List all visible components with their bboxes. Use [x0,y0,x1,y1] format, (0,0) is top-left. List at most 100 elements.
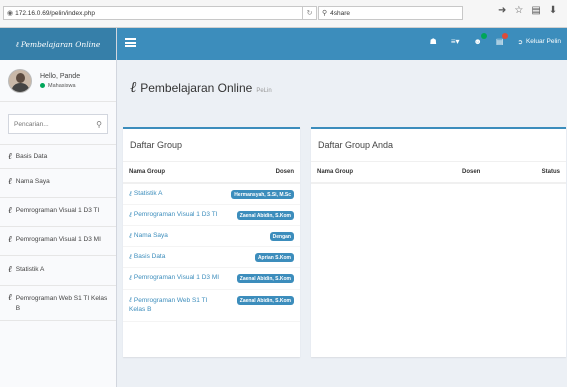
content-header: ℓ Pembelajaran Online PeLin [130,78,272,97]
sidebar-item-label: Basis Data [15,153,48,160]
group-name: Nama Saya [133,232,168,239]
logout-label: Keluar Pelin [525,38,561,45]
home-icon[interactable]: ☗ [430,37,437,46]
group-link[interactable]: ℓ Pemrograman Web S1 TI Kelas B [129,296,207,314]
dosen-badge: Dengan [269,232,294,241]
dosen-badge: Aprian S.Kom [254,253,294,262]
logout-icon: ➲ [517,38,523,46]
link-icon: ℓ [129,211,132,219]
link-icon: ℓ [8,177,12,187]
table-row: ℓ Statistik A Hermansyah, S.Si, M.Sc [123,184,300,205]
sidebar-item-pemrograman-visual-mi[interactable]: ℓ Pemrograman Visual 1 D3 MI [0,226,116,255]
box-title: Daftar Group [123,129,300,162]
browser-toolbar: ◉ 172.16.0.69/pelin/index.php ↻ ⚲ 4share… [0,0,567,28]
sidebar-item-label: Pemrograman Web S1 TI Kelas B [15,295,108,312]
page-subtitle: PeLin [256,88,272,94]
group-link[interactable]: ℓ Statistik A [129,190,162,198]
forward-icon[interactable]: ➜ [498,5,506,16]
link-icon: ℓ [8,206,12,216]
search-icon[interactable]: ⚲ [96,120,102,129]
link-icon: ℓ [129,296,132,304]
group-link[interactable]: ℓ Nama Saya [129,232,168,240]
group-name: Basis Data [133,253,166,260]
sidebar-item-label: Nama Saya [15,178,50,185]
user-role: Mahasiswa [48,82,76,89]
table-row: ℓ Pemrograman Web S1 TI Kelas B Zaenal Ab… [123,290,300,322]
browser-search-input[interactable]: ⚲ 4share [318,6,463,20]
table-row: ℓ Pemrograman Visual 1 D3 MI Zaenal Abidi… [123,268,300,290]
notification-badge [502,33,509,39]
column-header-name: Nama Group [317,169,354,175]
my-groups-box: Daftar Group Anda Nama Group Dosen Statu… [311,127,566,357]
sidebar-search: ⚲ [8,114,108,134]
dosen-badge: Hermansyah, S.Si, M.Sc [231,190,294,199]
top-navbar: ☗ ≡▾ ☻ ▤ ➲ Keluar Pelin [117,28,567,60]
globe-icon: ◉ [7,10,14,17]
sidebar-item-label: Pemrograman Visual 1 D3 MI [15,236,101,243]
dosen-badge: Zaenal Abidin, S.Kom [236,274,294,283]
sidebar-item-nama-saya[interactable]: ℓ Nama Saya [0,168,116,197]
brand-logo[interactable]: ℓ Pembelajaran Online [0,28,116,60]
group-name-continued: Kelas B [129,306,152,313]
reload-icon[interactable]: ↻ [303,6,317,20]
group-link[interactable]: ℓ Pemrograman Visual 1 D3 MI [129,274,219,282]
page-title: Pembelajaran Online [140,81,253,95]
column-header-name: Nama Group [129,169,166,175]
column-header-dosen: Dosen [462,169,481,175]
notification-badge [480,33,487,39]
notes-icon[interactable]: ▤ [496,33,509,46]
users-icon[interactable]: ☻ [474,33,487,46]
group-name: Statistik A [133,190,163,197]
sidebar-item-pemrograman-visual-ti[interactable]: ℓ Pemrograman Visual 1 D3 TI [0,197,116,226]
box-title: Daftar Group Anda [311,129,566,162]
table-row: ℓ Basis Data Aprian S.Kom [123,247,300,268]
user-panel: Hello, Pande Mahasiswa [0,60,116,102]
dosen-badge: Zaenal Abidin, S.Kom [236,211,294,220]
link-icon: ℓ [130,78,137,96]
table-row: ℓ Nama Saya Dengan [123,226,300,247]
browser-search-text: 4share [330,9,351,17]
link-icon: ℓ [15,39,19,49]
column-header-dosen: Dosen [275,169,294,175]
group-name: Pemrograman Web S1 TI [133,297,208,304]
table-row: ℓ Pemrograman Visual 1 D3 TI Zaenal Abidi… [123,205,300,226]
group-link[interactable]: ℓ Basis Data [129,253,165,261]
clipboard-icon[interactable]: ▤ [531,5,540,16]
group-name: Pemrograman Visual 1 D3 TI [133,211,218,218]
list-menu-icon[interactable]: ≡▾ [451,37,460,46]
group-link[interactable]: ℓ Pemrograman Visual 1 D3 TI [129,211,218,219]
online-dot-icon [40,83,45,88]
star-icon[interactable]: ☆ [514,5,523,16]
avatar [8,68,32,93]
link-icon: ℓ [8,293,12,303]
group-name: Pemrograman Visual 1 D3 MI [133,274,220,281]
sidebar-item-statistik-a[interactable]: ℓ Statistik A [0,255,116,285]
link-icon: ℓ [8,152,12,162]
sidebar-item-label: Statistik A [15,266,45,273]
search-icon: ⚲ [322,10,328,17]
link-icon: ℓ [129,274,132,282]
brand-text: Pembelajaran Online [20,39,101,49]
link-icon: ℓ [8,235,12,245]
user-name: Hello, Pande [40,72,81,80]
hamburger-menu-icon[interactable] [125,38,136,47]
column-header-status: Status [541,169,560,175]
link-icon: ℓ [8,265,12,275]
sidebar-item-pemrograman-web[interactable]: ℓ Pemrograman Web S1 TI Kelas B [0,285,116,321]
link-icon: ℓ [129,190,132,198]
link-icon: ℓ [129,232,132,240]
table-header: Nama Group Dosen Status [311,162,566,184]
link-icon: ℓ [129,253,132,261]
sidebar: ℓ Pembelajaran Online Hello, Pande Mahas… [0,28,117,387]
table-header: Nama Group Dosen [123,162,300,184]
download-icon[interactable]: ⬇ [549,5,557,16]
url-text: 172.16.0.69/pelin/index.php [15,9,95,17]
address-bar[interactable]: ◉ 172.16.0.69/pelin/index.php [3,6,303,20]
sidebar-search-input[interactable] [14,120,94,128]
sidebar-item-basis-data[interactable]: ℓ Basis Data [0,144,116,168]
group-list-box: Daftar Group Nama Group Dosen ℓ Statistik… [123,127,300,357]
dosen-badge: Zaenal Abidin, S.Kom [236,296,294,305]
logout-button[interactable]: ➲ Keluar Pelin [517,38,561,46]
sidebar-item-label: Pemrograman Visual 1 D3 TI [15,207,100,214]
user-status: Mahasiswa [40,83,80,89]
